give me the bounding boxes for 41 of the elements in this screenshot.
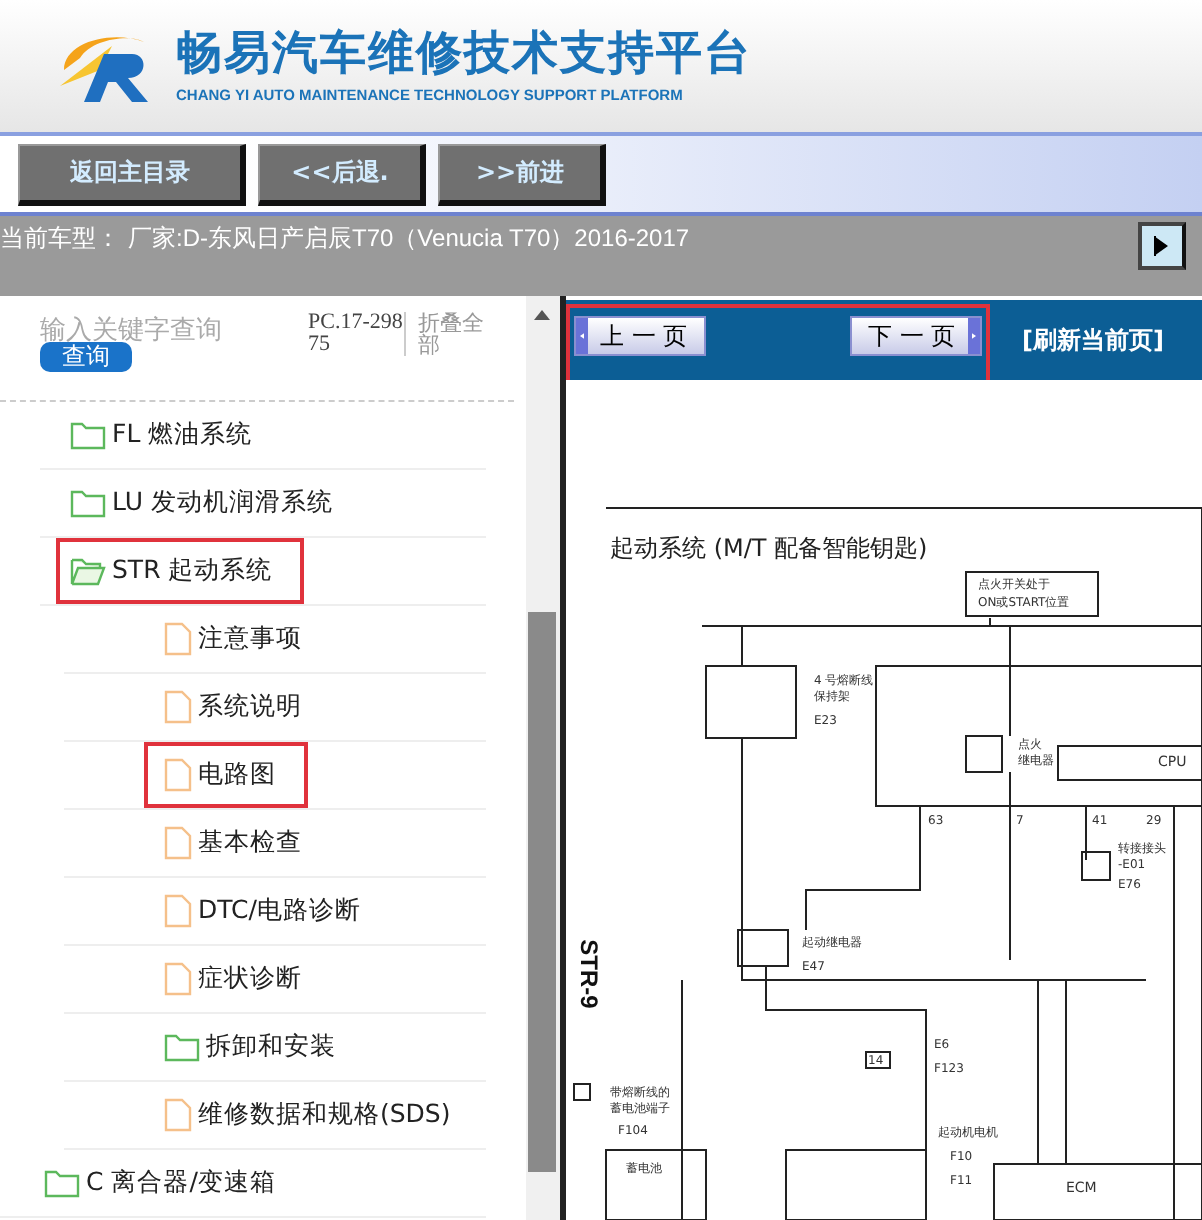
page-number: STR-9 (574, 939, 603, 1009)
diagram-title: 起动系统 (M/T 配备智能钥匙) (610, 534, 928, 562)
tree-item[interactable]: FL 燃油系统 (56, 402, 285, 468)
document-icon (164, 1098, 192, 1132)
tree-item[interactable]: 拆卸和安装 (144, 1014, 368, 1080)
toolbar-button[interactable]: <<后退. (258, 143, 426, 205)
folder-icon (70, 420, 106, 450)
tree-item[interactable]: DTC/电路诊断 (144, 878, 393, 944)
vehicle-label: 当前车型： (0, 222, 120, 256)
document-icon (164, 622, 192, 656)
tree-item[interactable]: 注意事项 (144, 606, 334, 672)
tree-item[interactable]: 系统说明 (144, 674, 334, 740)
toolbar-button[interactable]: >>前进 (438, 143, 606, 205)
document-icon (164, 690, 192, 724)
tree-item[interactable]: 电路图 (144, 742, 308, 808)
tree-item[interactable]: 基本检查 (144, 810, 334, 876)
tree-item[interactable]: STR 起动系统 (56, 538, 305, 604)
document-icon (164, 962, 192, 996)
folder-icon (164, 1032, 200, 1062)
previous-page-button[interactable]: 上 一 页 (574, 316, 706, 356)
tree-item[interactable]: LU 发动机润滑系统 (56, 470, 365, 536)
document-icon (164, 758, 192, 792)
document-icon (164, 894, 192, 928)
open-folder-icon (70, 556, 106, 586)
next-page-button[interactable]: 下 一 页 (850, 316, 982, 356)
toggle-panel-button[interactable] (1138, 222, 1186, 270)
refresh-page-link[interactable]: [刷新当前页] (1022, 323, 1164, 357)
scrollbar[interactable] (526, 296, 560, 1220)
folder-icon (70, 488, 106, 518)
folder-icon (44, 1168, 80, 1198)
scrollbar-thumb[interactable] (528, 612, 556, 1172)
vehicle-model: 厂家:D-东风日产启辰T70（Venucia T70）2016-2017 (128, 222, 690, 256)
toolbar-button[interactable]: 返回主目录 (18, 143, 246, 205)
catalog-code: PC.17-29875 (308, 312, 406, 356)
tree-item[interactable]: C 离合器/变速箱 (40, 1150, 308, 1216)
triangle-icon (1154, 236, 1170, 256)
tree-item[interactable]: 维修数据和规格(SDS) (144, 1082, 483, 1148)
document-icon (164, 826, 192, 860)
scroll-up-icon[interactable] (534, 310, 550, 320)
site-title: 畅易汽车维修技术支持平台 (176, 28, 752, 80)
tree-item[interactable]: 症状诊断 (144, 946, 334, 1012)
